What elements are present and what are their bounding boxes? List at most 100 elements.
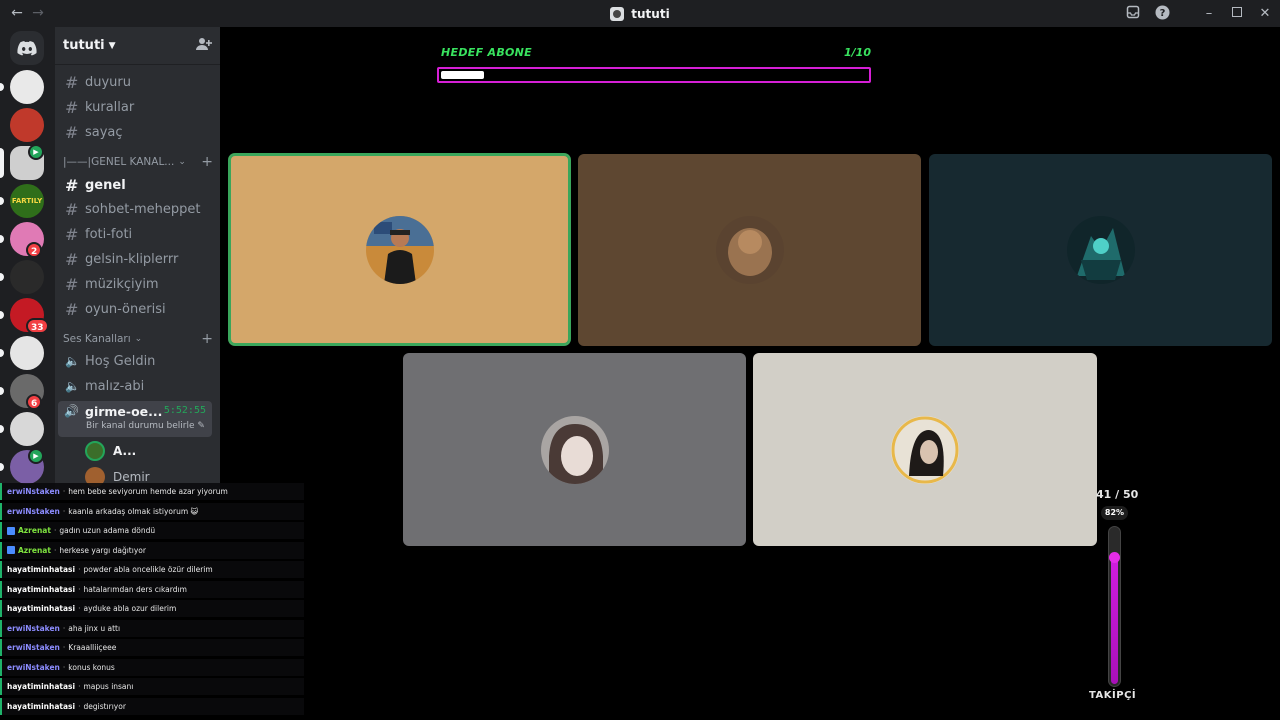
goal-label: HEDEF ABONE (441, 46, 532, 59)
hash-icon: # (65, 299, 79, 319)
mention-badge: 33 (26, 318, 49, 334)
unread-indicator (0, 235, 4, 243)
goal-progress-bar (437, 67, 871, 83)
server-icon-10[interactable] (10, 412, 44, 446)
chat-separator: · (62, 506, 66, 516)
avatar (85, 441, 105, 461)
chat-separator: · (53, 545, 57, 555)
unread-indicator (0, 425, 4, 433)
chat-username: Azrenat (18, 526, 51, 535)
hash-icon: # (65, 175, 79, 195)
channel-oyun-onerisi[interactable]: # oyun-önerisi (59, 298, 214, 320)
chat-username: hayatiminhatasi (7, 604, 76, 613)
chevron-down-icon: ⌄ (178, 157, 186, 167)
voice-speaker-icon: ▶ (28, 144, 44, 160)
unread-indicator (0, 273, 4, 281)
inbox-icon[interactable] (1124, 5, 1142, 23)
video-tile[interactable] (229, 154, 570, 345)
unread-indicator (0, 148, 4, 178)
voice-status[interactable]: Bir kanal durumu belirle ✎ (86, 421, 205, 431)
unread-indicator (0, 83, 4, 91)
pencil-icon: ✎ (197, 421, 205, 431)
channel-foti-foti[interactable]: # foti-foti (59, 223, 214, 245)
chat-message: hayatiminhatasi · degistırıyor (0, 697, 304, 715)
guild-header[interactable]: tututi ▼ (55, 27, 220, 65)
channel-gelsin-kliplerrr[interactable]: # gelsin-kliplerrr (59, 248, 214, 270)
chat-message: erwiNstaken · aha jinx u attı (0, 619, 304, 637)
unread-indicator (0, 311, 4, 319)
chat-text: ayduke abla ozur dilerim (83, 604, 177, 613)
follower-count: 41 / 50 (1096, 488, 1139, 501)
channel-kurallar[interactable]: # kurallar (59, 96, 214, 118)
chat-text: gadın uzun adama döndü (59, 526, 156, 535)
speaker-active-icon: 🔊 (64, 404, 79, 418)
category-voice[interactable]: Ses Kanalları ⌄ + (63, 330, 213, 348)
voice-channel-maliz-abi[interactable]: 🔈 malız-abi (59, 375, 214, 397)
avatar (541, 416, 609, 484)
help-icon[interactable]: ? (1153, 5, 1171, 23)
chat-message: erwiNstaken · hem bebe seviyorum hemde aza… (0, 483, 304, 500)
chat-separator: · (62, 487, 66, 496)
unread-indicator (0, 349, 4, 357)
video-tile[interactable] (929, 154, 1272, 346)
channel-label: oyun-önerisi (85, 301, 166, 317)
video-tile[interactable] (578, 154, 921, 346)
server-icon-1[interactable] (10, 70, 44, 104)
chat-text: mapus insanı (83, 682, 134, 691)
server-icon-8[interactable] (10, 336, 44, 370)
close-icon[interactable]: ✕ (1256, 5, 1274, 23)
category-general[interactable]: |——|GENEL KANAL... ⌄ + (63, 153, 213, 171)
hash-icon: # (65, 122, 79, 142)
add-member-icon[interactable] (196, 36, 212, 55)
voice-status-text: Bir kanal durumu belirle (86, 421, 195, 431)
channel-duyuru[interactable]: # duyuru (59, 71, 214, 93)
add-channel-icon[interactable]: + (201, 154, 213, 170)
voice-channel-hos-geldin[interactable]: 🔈 Hoş Geldin (59, 350, 214, 372)
channel-sayac[interactable]: # sayaç (59, 121, 214, 143)
server-rail: ▶ FARTILY 2 33 6 ▶ (0, 27, 55, 490)
minimize-icon[interactable]: – (1200, 5, 1218, 23)
chat-text: hatalarımdan ders cıkardım (83, 584, 187, 594)
add-channel-icon[interactable]: + (201, 331, 213, 347)
goal-count: 1/10 (844, 46, 871, 59)
channel-sohbet-meheppet[interactable]: # sohbet-meheppet (59, 198, 214, 220)
chat-username: erwiNstaken (7, 487, 60, 496)
chat-username: Azrenat (18, 545, 51, 555)
video-tile[interactable] (403, 353, 746, 546)
video-tile[interactable] (753, 353, 1097, 546)
chat-text: aha jinx u attı (68, 623, 121, 633)
channel-label: müzikçiyim (85, 276, 159, 292)
hash-icon: # (65, 72, 79, 92)
chat-text: kaanla arkadaş olmak istiyorum 😺 (68, 506, 199, 516)
chat-separator: · (53, 526, 57, 535)
channel-label: gelsin-kliplerrr (85, 251, 179, 267)
goal-progress-fill (441, 71, 484, 79)
server-icon-2[interactable] (10, 108, 44, 142)
voice-user[interactable]: A... (85, 440, 136, 462)
chat-message: Azrenat · gadın uzun adama döndü (0, 522, 304, 539)
chat-username: hayatiminhatasi (7, 682, 76, 691)
chat-separator: · (78, 701, 81, 711)
avatar (716, 216, 784, 284)
follower-percent: 82% (1101, 506, 1128, 520)
active-voice-channel[interactable]: 🔊 girme-oe... 5:52:55 Bir kanal durumu b… (58, 401, 212, 437)
hash-icon: # (65, 97, 79, 117)
chat-username: hayatiminhatasi (7, 701, 76, 711)
hash-icon: # (65, 249, 79, 269)
unread-indicator (0, 463, 4, 471)
chat-separator: · (78, 682, 81, 691)
channel-genel[interactable]: # genel (59, 174, 214, 196)
channel-muzikciyim[interactable]: # müzikçiyim (59, 273, 214, 295)
home-button[interactable] (10, 31, 44, 65)
hash-icon: # (65, 224, 79, 244)
chat-separator: · (78, 565, 81, 574)
chat-message: erwiNstaken · konus konus (0, 658, 304, 676)
category-label: |——|GENEL KANAL... (63, 156, 175, 168)
maximize-icon[interactable] (1228, 5, 1246, 23)
mention-badge: 6 (26, 394, 43, 410)
follower-gauge-fill (1111, 555, 1118, 684)
unread-indicator (0, 387, 4, 395)
server-icon-4[interactable]: FARTILY (10, 184, 44, 218)
server-icon-6[interactable] (10, 260, 44, 294)
chat-message: hayatiminhatasi · powder abla oncelikle öz… (0, 561, 304, 578)
